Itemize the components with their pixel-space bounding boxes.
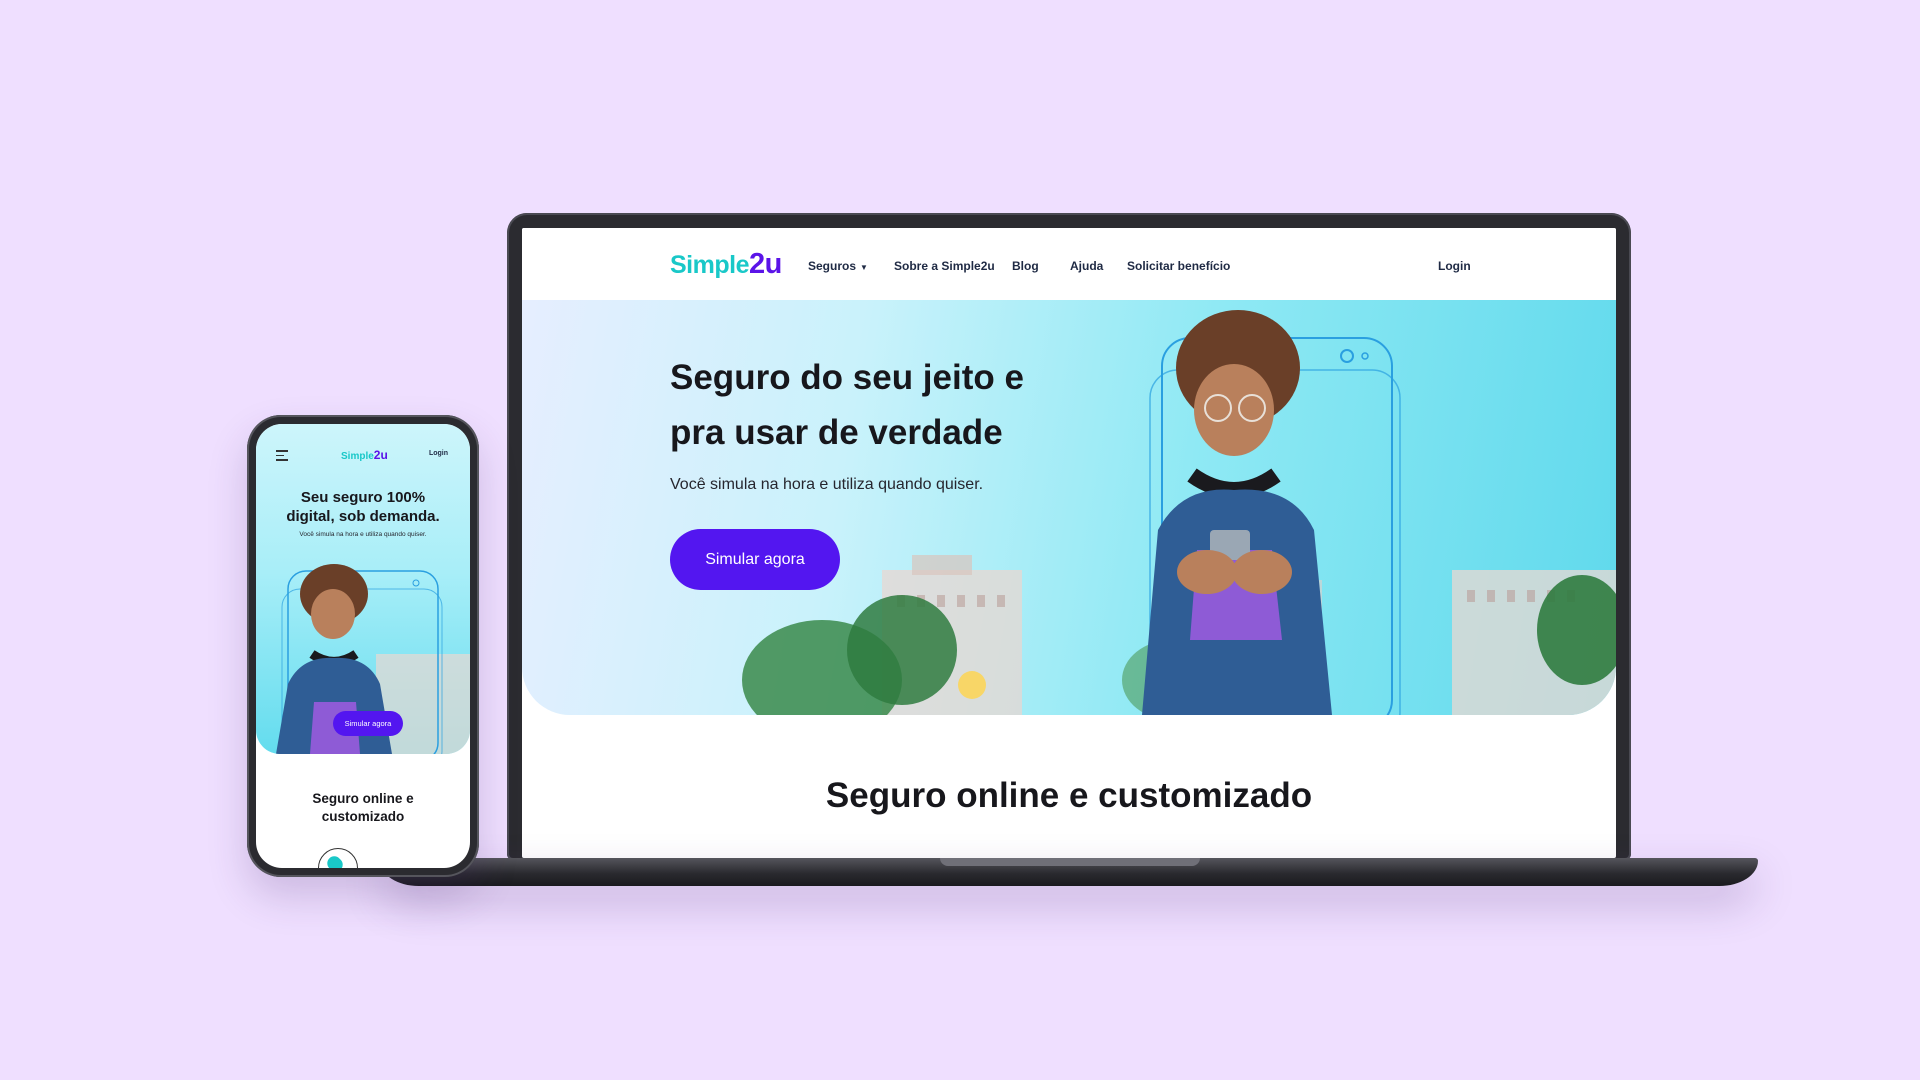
hamburger-menu-icon[interactable]	[276, 450, 288, 461]
nav-item-sobre[interactable]: Sobre a Simple2u	[894, 259, 995, 273]
hero-subtitle: Você simula na hora e utiliza quando qui…	[670, 476, 984, 493]
dropdown-caret-icon: ▼	[860, 263, 868, 272]
mobile-section-title: Seguro online e customizado	[312, 791, 414, 824]
mobile-hero-subtitle: Você simula na hora e utiliza quando qui…	[299, 531, 427, 538]
mobile-simular-agora-button[interactable]: Simular agora	[333, 711, 403, 736]
desktop-logo[interactable]: Simple2u	[670, 248, 782, 281]
mobile-logo[interactable]: Simple2u	[341, 448, 388, 462]
mobile-login-link[interactable]: Login	[429, 450, 448, 457]
section-title: Seguro online e customizado	[825, 776, 1313, 815]
mobile-website: Simple2u Login Seu seguro 100% digital, …	[256, 424, 470, 868]
nav-item-ajuda[interactable]: Ajuda	[1070, 259, 1103, 273]
simular-agora-button[interactable]: Simular agora	[670, 529, 840, 590]
mobile-hero-title: Seu seguro 100% digital, sob demanda.	[286, 489, 440, 525]
nav-item-blog[interactable]: Blog	[1012, 259, 1039, 273]
logo-text: Simple	[670, 251, 749, 279]
login-link[interactable]: Login	[1438, 259, 1471, 273]
desktop-hero: Seguro do seu jeito e pra usar de verdad…	[522, 300, 1616, 715]
logo-accent: 2u	[748, 248, 782, 280]
mobile-hero: Simple2u Login Seu seguro 100% digital, …	[256, 424, 470, 754]
desktop-navbar: Simple2u Seguros ▼ Sobre a Simple2u Blog …	[522, 228, 1616, 300]
laptop-notch	[940, 858, 1200, 866]
mobile-hero-background	[276, 564, 470, 754]
logo-accent: 2u	[373, 448, 388, 462]
laptop-device: Simple2u Seguros ▼ Sobre a Simple2u Blog …	[507, 213, 1631, 860]
heart-badge-icon	[318, 848, 358, 868]
nav-item-seguros[interactable]: Seguros ▼	[808, 259, 868, 273]
nav-item-label: Seguros	[808, 259, 857, 273]
nav-item-solicitar-beneficio[interactable]: Solicitar benefício	[1127, 259, 1230, 273]
desktop-website: Simple2u Seguros ▼ Sobre a Simple2u Blog …	[522, 228, 1616, 858]
hero-title: Seguro do seu jeito e pra usar de verdad…	[670, 358, 1024, 452]
phone-device: Simple2u Login Seu seguro 100% digital, …	[247, 415, 479, 877]
logo-text: Simple	[341, 451, 374, 462]
